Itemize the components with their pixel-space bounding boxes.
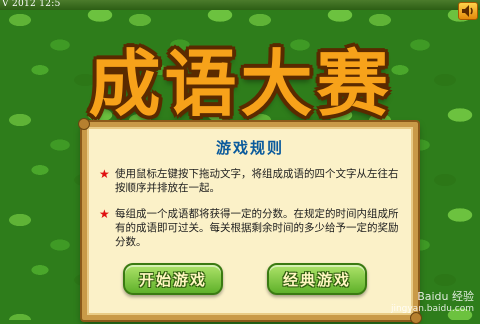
sound-toggle-button[interactable] <box>458 2 478 20</box>
rules-heading: 游戏规则 <box>215 139 284 157</box>
start-game-button[interactable]: 开始游戏 <box>123 263 223 295</box>
classic-game-button[interactable]: 经典游戏 <box>267 263 367 295</box>
star-icon: ★ <box>99 207 110 221</box>
status-bar: V 2012 12:5 <box>0 0 480 10</box>
speaker-icon <box>462 5 473 17</box>
game-title: 成语大赛 <box>88 41 393 126</box>
watermark: Baidu 经验 jingyan.baidu.com <box>391 290 474 316</box>
rule-item: ★ 使用鼠标左键按下拖动文字，将组成成语的四个文字从左往右按顺序并排放在一起。 <box>97 167 405 195</box>
star-icon: ★ <box>99 167 110 181</box>
rule-text: 每组成一个成语都将获得一定的分数。在规定的时间内组成所有的成语即可过关。每关根据… <box>115 208 399 248</box>
watermark-url: jingyan.baidu.com <box>390 304 474 314</box>
watermark-brand: Baidu 经验 <box>417 290 474 303</box>
rule-item: ★ 每组成一个成语都将获得一定的分数。在规定的时间内组成所有的成语即可过关。每关… <box>97 207 405 249</box>
date-text: V 2012 12:5 <box>2 0 61 9</box>
rules-panel: 游戏规则 ★ 使用鼠标左键按下拖动文字，将组成成语的四个文字从左往右按顺序并排放… <box>78 118 422 324</box>
rule-text: 使用鼠标左键按下拖动文字，将组成成语的四个文字从左往右按顺序并排放在一起。 <box>115 168 399 194</box>
